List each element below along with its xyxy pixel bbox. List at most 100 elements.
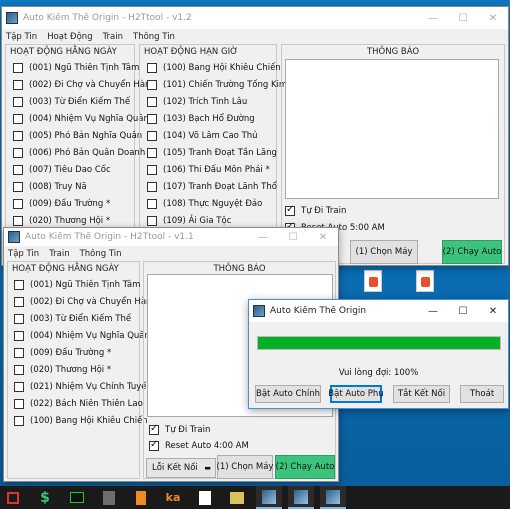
checkbox[interactable] <box>13 147 23 158</box>
taskbar-app-red-icon[interactable] <box>0 486 26 509</box>
timed-item[interactable]: (104) Võ Lâm Cao Thủ <box>147 127 276 144</box>
checkbox[interactable] <box>13 113 23 124</box>
checkbox[interactable] <box>147 79 157 90</box>
disconnect-button[interactable]: Tắt Kết Nối <box>393 385 450 403</box>
title-bar[interactable]: Auto Kiếm Thế Origin — ☐ ✕ <box>249 300 508 322</box>
daily-item[interactable]: (022) Bách Niên Thiên Lao <box>14 395 143 412</box>
checkbox[interactable] <box>13 198 23 209</box>
daily-item[interactable]: (001) Ngũ Thiên Tịnh Tâm <box>13 59 139 76</box>
checkbox[interactable] <box>147 130 157 141</box>
timed-item[interactable]: (100) Bang Hội Khiêu Chiến <box>147 59 281 76</box>
taskbar-document-icon[interactable] <box>192 486 218 509</box>
daily-item[interactable]: (004) Nhiệm Vụ Nghĩa Quân <box>13 110 149 127</box>
daily-item[interactable]: (009) Đấu Trường * <box>14 344 139 361</box>
train-checkbox[interactable] <box>149 423 159 435</box>
checkbox[interactable] <box>14 330 24 341</box>
run-auto-button[interactable]: (2) Chạy Auto <box>275 455 335 479</box>
taskbar-bag-icon[interactable] <box>224 486 250 509</box>
daily-item[interactable]: (100) Bang Hội Khiêu Chiến <box>14 412 148 429</box>
daily-item[interactable]: (003) Từ Điển Kiếm Thế <box>13 93 134 110</box>
menu-train[interactable]: Train <box>49 249 69 259</box>
enable-sub-auto-button[interactable]: Bật Auto Phụ <box>328 385 384 403</box>
checkbox[interactable] <box>13 79 23 90</box>
menu-file[interactable]: Tập Tin <box>8 249 39 259</box>
checkbox[interactable] <box>13 96 23 107</box>
daily-item[interactable]: (002) Đi Chợ và Chuyển Hàng <box>14 293 157 310</box>
checkbox[interactable] <box>147 164 157 175</box>
checkbox[interactable] <box>147 215 157 226</box>
maximize-button[interactable]: ☐ <box>448 7 478 29</box>
checkbox[interactable] <box>14 398 24 409</box>
timed-item[interactable]: (106) Thi Đấu Môn Phái * <box>147 161 276 178</box>
checkbox[interactable] <box>147 147 157 158</box>
checkbox[interactable] <box>14 381 24 392</box>
daily-item[interactable]: (004) Nhiệm Vụ Nghĩa Quân <box>14 327 150 344</box>
taskbar-ka-icon[interactable]: ka <box>160 486 186 509</box>
reset-checkbox[interactable] <box>149 439 159 451</box>
reset-option[interactable]: Reset Auto 4:00 AM <box>149 437 249 454</box>
taskbar-orange-icon[interactable] <box>128 486 154 509</box>
daily-item[interactable]: (002) Đi Chợ và Chuyển Hàng <box>13 76 156 93</box>
daily-item[interactable]: (005) Phó Bản Nghĩa Quân <box>13 127 142 144</box>
close-button[interactable]: ✕ <box>478 300 508 322</box>
checkbox[interactable] <box>14 364 24 375</box>
checkbox[interactable] <box>13 164 23 175</box>
minimize-button[interactable]: — <box>418 300 448 322</box>
daily-item[interactable]: (007) Tiêu Dao Cốc <box>13 161 134 178</box>
menu-activity[interactable]: Hoạt Động <box>47 32 92 42</box>
choose-machine-button[interactable]: (1) Chọn Máy <box>217 455 273 479</box>
menu-info[interactable]: Thông Tin <box>133 32 175 42</box>
checkbox[interactable] <box>13 215 23 226</box>
checkbox[interactable] <box>14 415 24 426</box>
checkbox[interactable] <box>14 313 24 324</box>
checkbox[interactable] <box>14 347 24 358</box>
daily-item[interactable]: (008) Truy Nã <box>13 178 134 195</box>
train-option[interactable]: Tự Đi Train <box>285 202 346 219</box>
enable-main-auto-button[interactable]: Bật Auto Chính <box>255 385 321 403</box>
taskbar-terminal-icon[interactable] <box>64 486 90 509</box>
minimize-button[interactable]: — <box>248 228 278 246</box>
taskbar-file-icon[interactable] <box>96 486 122 509</box>
taskbar-auto-app-icon[interactable] <box>256 486 282 509</box>
maximize-button[interactable]: ☐ <box>448 300 478 322</box>
checkbox[interactable] <box>147 96 157 107</box>
choose-machine-button[interactable]: (1) Chọn Máy <box>350 240 418 264</box>
timed-item[interactable]: (108) Thực Nguyệt Đảo <box>147 195 276 212</box>
checkbox[interactable] <box>14 279 24 290</box>
checkbox[interactable] <box>14 296 24 307</box>
train-option[interactable]: Tự Đi Train <box>149 421 210 438</box>
close-button[interactable]: ✕ <box>308 228 338 246</box>
checkbox[interactable] <box>147 62 157 73</box>
checkbox[interactable] <box>13 62 23 73</box>
taskbar-auto-app-icon[interactable] <box>288 486 314 509</box>
checkbox[interactable] <box>13 181 23 192</box>
daily-item[interactable]: (009) Đấu Trường * <box>13 195 134 212</box>
timed-item[interactable]: (107) Tranh Đoạt Lãnh Thổ <box>147 178 277 195</box>
title-bar[interactable]: Auto Kiếm Thế Origin - H2Ttool - v1.1 — … <box>4 228 338 246</box>
daily-item[interactable]: (020) Thương Hội * <box>14 361 139 378</box>
desktop-file-icon[interactable] <box>364 270 382 292</box>
timed-item[interactable]: (101) Chiến Trường Tống Kim * <box>147 76 294 93</box>
menu-file[interactable]: Tập Tin <box>6 32 37 42</box>
taskbar-app-dollar-icon[interactable]: $ <box>32 486 58 509</box>
timed-item[interactable]: (102) Trích Tinh Lâu <box>147 93 276 110</box>
checkbox[interactable] <box>147 181 157 192</box>
menu-info[interactable]: Thông Tin <box>80 249 122 259</box>
taskbar-auto-app-icon[interactable] <box>320 486 346 509</box>
daily-item[interactable]: (001) Ngũ Thiên Tịnh Tâm <box>14 276 140 293</box>
desktop-file-icon[interactable] <box>416 270 434 292</box>
checkbox[interactable] <box>147 113 157 124</box>
notice-log[interactable] <box>285 59 499 199</box>
run-auto-button[interactable]: (2) Chạy Auto <box>442 240 502 264</box>
train-checkbox[interactable] <box>285 204 295 216</box>
maximize-button[interactable]: ☐ <box>278 228 308 246</box>
connection-select[interactable]: Lỗi Kết Nối ▬ <box>146 458 216 478</box>
daily-item[interactable]: (003) Từ Điển Kiếm Thế <box>14 310 139 327</box>
title-bar[interactable]: Auto Kiếm Thế Origin - H2Ttool - v1.2 — … <box>2 7 508 29</box>
checkbox[interactable] <box>13 130 23 141</box>
timed-item[interactable]: (103) Bạch Hổ Đường <box>147 110 276 127</box>
exit-button[interactable]: Thoát <box>460 385 504 403</box>
minimize-button[interactable]: — <box>418 7 448 29</box>
timed-item[interactable]: (105) Tranh Đoạt Tần Lăng <box>147 144 277 161</box>
close-button[interactable]: ✕ <box>478 7 508 29</box>
